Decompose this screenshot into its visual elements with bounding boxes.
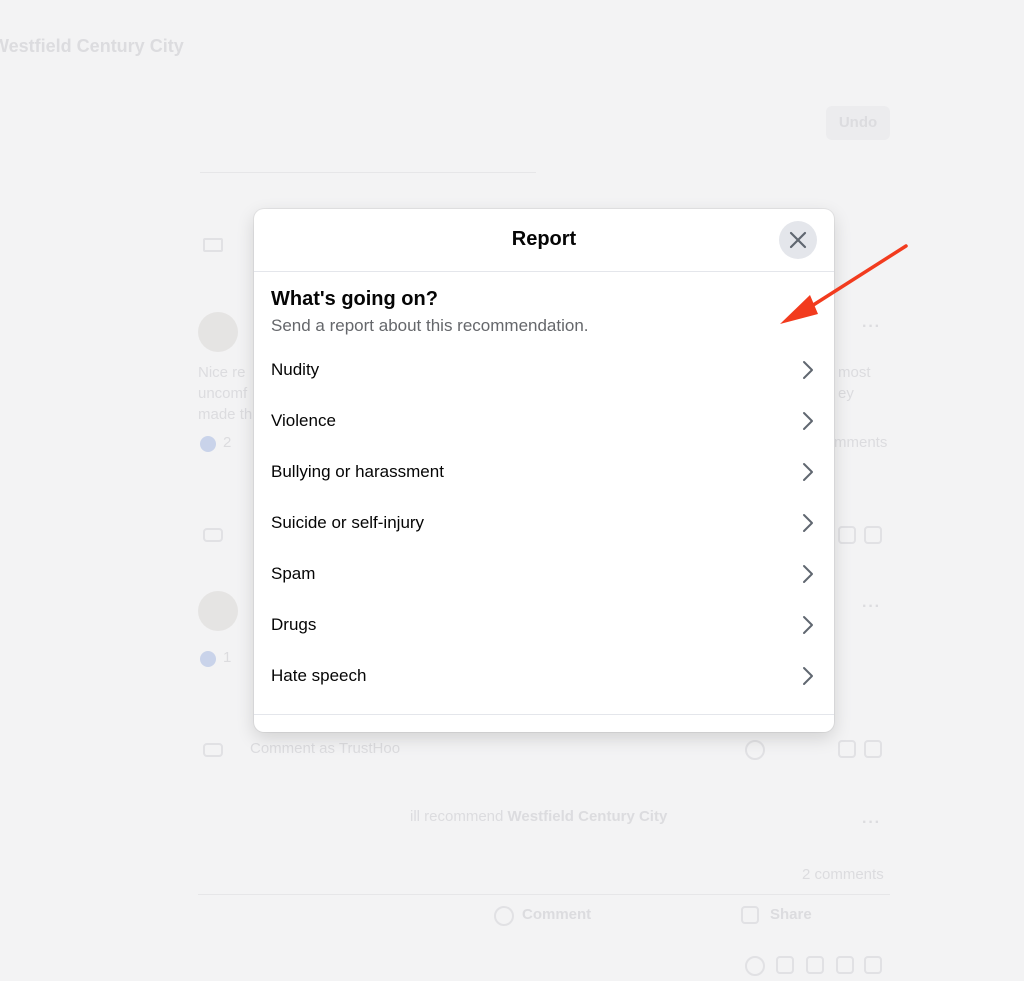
recommend-prefix: ill recommend: [410, 808, 504, 825]
undo-button[interactable]: Undo: [826, 106, 890, 140]
option-label: Hate speech: [271, 665, 367, 685]
more-options-icon[interactable]: ···: [862, 814, 881, 832]
share-icon: [741, 906, 759, 924]
dialog-title: Report: [511, 228, 577, 250]
gif-icon[interactable]: [776, 956, 794, 974]
divider: [200, 172, 536, 173]
option-label: Nudity: [271, 359, 320, 379]
like-count: 2: [223, 434, 232, 451]
sticker-icon[interactable]: [864, 526, 882, 544]
dialog-question: What's going on?: [271, 288, 438, 310]
comment-snippet: Nice re: [198, 364, 246, 381]
comment-snippet: made th: [198, 406, 253, 423]
filter-icon: [203, 238, 223, 252]
chevron-right-icon: [799, 512, 817, 534]
option-label: Bullying or harassment: [271, 461, 444, 481]
more-options-icon[interactable]: ···: [862, 598, 881, 616]
comments-link[interactable]: mments: [834, 434, 887, 451]
like-count: 1: [223, 649, 232, 666]
camera-icon[interactable]: [806, 956, 824, 974]
commenter-avatar: [198, 591, 238, 631]
chevron-right-icon: [799, 410, 817, 432]
comment-icon: [494, 906, 514, 926]
report-option-self-injury[interactable]: Suicide or self-injury: [271, 497, 817, 548]
chevron-right-icon: [799, 461, 817, 483]
dialog-header: Report: [254, 209, 834, 272]
recommend-place[interactable]: Westfield Century City: [508, 808, 668, 825]
report-option-drugs[interactable]: Drugs: [271, 599, 817, 650]
report-option-hate-speech[interactable]: Hate speech: [271, 650, 817, 701]
emoji-icon[interactable]: [745, 740, 765, 760]
report-dialog: Report What's going on? Send a report ab…: [254, 209, 834, 732]
chevron-right-icon: [799, 359, 817, 381]
chevron-right-icon: [799, 563, 817, 585]
camera-icon[interactable]: [838, 740, 856, 758]
comment-button[interactable]: Comment: [522, 906, 591, 923]
option-label: Spam: [271, 563, 316, 583]
chevron-right-icon: [799, 614, 817, 636]
sticker-icon[interactable]: [864, 740, 882, 758]
dialog-subtitle: Send a report about this recommendation.: [271, 316, 589, 335]
like-icon: [200, 651, 216, 667]
commenter-avatar-small: [203, 743, 223, 757]
option-label: Drugs: [271, 614, 317, 634]
camera-icon[interactable]: [838, 526, 856, 544]
comment-snippet: most: [838, 364, 871, 381]
background-page-title: Westfield Century City: [0, 36, 184, 56]
commenter-avatar-small: [203, 528, 223, 542]
report-option-violence[interactable]: Violence: [271, 395, 817, 446]
commenter-avatar: [198, 312, 238, 352]
comments-count[interactable]: 2 comments: [802, 866, 884, 883]
annotation-arrow-icon: [780, 244, 908, 324]
dialog-footer-divider: [254, 714, 834, 715]
like-icon: [200, 436, 216, 452]
report-option-nudity[interactable]: Nudity: [271, 344, 817, 395]
sticker-icon[interactable]: [864, 956, 882, 974]
comment-snippet: ey: [838, 385, 854, 402]
report-option-spam[interactable]: Spam: [271, 548, 817, 599]
chevron-right-icon: [799, 665, 817, 687]
comment-input[interactable]: Comment as TrustHoo: [250, 740, 400, 757]
share-button[interactable]: Share: [770, 906, 812, 923]
dialog-body: What's going on? Send a report about thi…: [254, 272, 834, 701]
option-label: Violence: [271, 410, 336, 430]
comment-snippet: uncomf: [198, 385, 248, 402]
recommendation-header: ill recommend Westfield Century City: [410, 808, 667, 825]
emoji-icon[interactable]: [745, 956, 765, 976]
report-options-list: Nudity Violence Bullying or harassment S…: [271, 344, 817, 701]
report-option-bullying[interactable]: Bullying or harassment: [271, 446, 817, 497]
divider: [198, 894, 890, 895]
camera-icon[interactable]: [836, 956, 854, 974]
option-label: Suicide or self-injury: [271, 512, 425, 532]
